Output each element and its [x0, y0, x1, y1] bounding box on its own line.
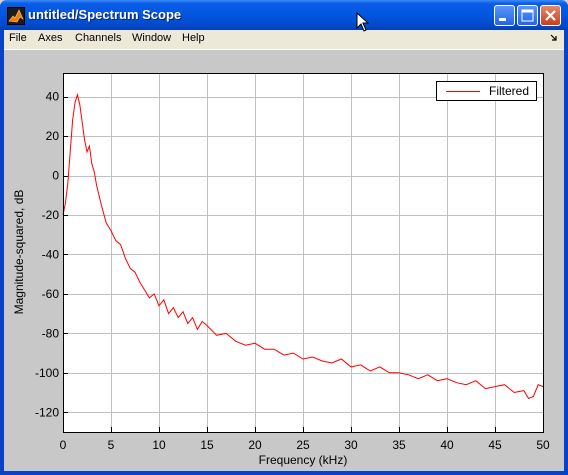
- x-tick-label: 5: [108, 438, 115, 452]
- x-tick-label: 25: [296, 438, 310, 452]
- x-tick-label: 30: [344, 438, 358, 452]
- y-tick-label: -20: [42, 208, 60, 222]
- x-tick-label: 50: [536, 438, 550, 452]
- mouse-cursor-icon: [356, 12, 370, 32]
- x-tick-label: 40: [440, 438, 454, 452]
- x-tick-label: 10: [152, 438, 166, 452]
- legend[interactable]: Filtered: [436, 81, 537, 101]
- y-tick-label: -80: [42, 326, 60, 340]
- x-tick-label: 35: [392, 438, 406, 452]
- legend-swatch: [446, 91, 480, 92]
- y-tick-label: -40: [42, 247, 60, 261]
- y-tick-label: 40: [46, 90, 60, 104]
- x-tick-label: 15: [200, 438, 214, 452]
- y-tick-label: -100: [35, 366, 59, 380]
- x-tick-label: 0: [60, 438, 67, 452]
- x-tick-label: 45: [488, 438, 502, 452]
- x-axis-label: Frequency (kHz): [258, 453, 348, 467]
- y-axis-label: Magnitude-squared, dB: [12, 189, 26, 315]
- spectrum-chart: 0 5 10 15 20 25 30 35 40 45 50 -120 -100 -80 -60 -40 -20…: [35, 73, 550, 452]
- y-tick-label: 0: [52, 169, 59, 183]
- y-tick-label: -60: [42, 287, 60, 301]
- x-tick-label: 20: [248, 438, 262, 452]
- y-tick-label: -120: [35, 405, 59, 419]
- y-tick-label: 20: [46, 129, 60, 143]
- legend-label: Filtered: [489, 84, 530, 98]
